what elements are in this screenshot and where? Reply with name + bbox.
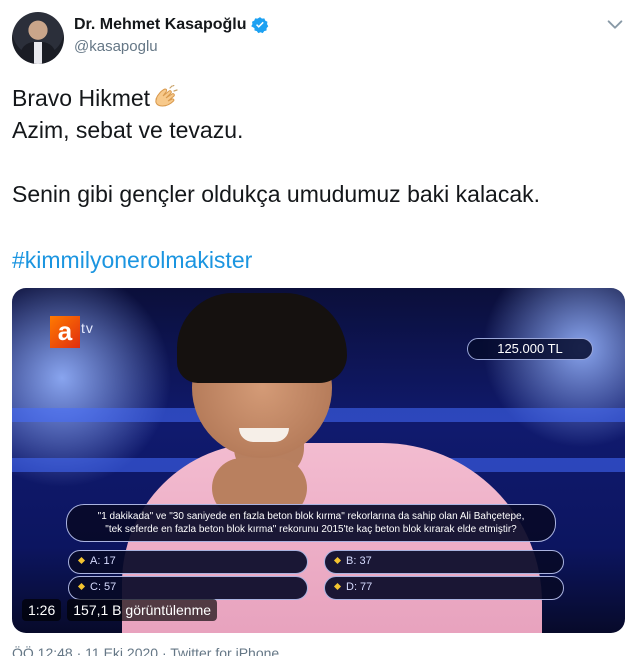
contestant-hair — [177, 293, 347, 383]
diamond-icon — [77, 556, 86, 565]
author-handle[interactable]: @kasapoglu — [74, 38, 269, 55]
video-views: 157,1 B görüntülenme — [67, 599, 218, 621]
author-name-row[interactable]: Dr. Mehmet Kasapoğlu — [74, 16, 269, 34]
video-info: 1:26 157,1 B görüntülenme — [22, 599, 218, 621]
author-name[interactable]: Dr. Mehmet Kasapoğlu — [74, 16, 246, 34]
avatar[interactable] — [12, 12, 64, 64]
answer-c-text: C: 57 — [90, 581, 117, 593]
chevron-down-icon[interactable] — [604, 14, 626, 36]
avatar-shirt — [34, 42, 42, 64]
hashtag-link[interactable]: #kimmilyonerolmakister — [12, 247, 252, 274]
quiz-question-line-2: "tek seferde en fazla beton blok kırma" … — [105, 524, 517, 535]
verified-badge-icon — [251, 17, 269, 34]
tweet-line-2: Azim, sebat ve tevazu. — [12, 117, 244, 143]
contestant-smile — [239, 428, 289, 442]
channel-logo: a — [50, 316, 80, 348]
answer-a-text: A: 17 — [90, 555, 116, 567]
answer-option-d: D: 77 — [324, 576, 564, 600]
answer-d-text: D: 77 — [346, 581, 373, 593]
diamond-icon — [333, 582, 342, 591]
answer-b-text: B: 37 — [346, 555, 372, 567]
tweet-line-1: Bravo Hikmet — [12, 82, 612, 114]
diamond-icon — [77, 582, 86, 591]
clapping-hands-icon — [155, 85, 178, 107]
diamond-icon — [333, 556, 342, 565]
tweet-line-gap — [12, 146, 612, 178]
answer-option-c: C: 57 — [68, 576, 308, 600]
tweet-line-1-text: Bravo Hikmet — [12, 85, 151, 111]
author-block: Dr. Mehmet Kasapoğlu @kasapoglu — [74, 16, 269, 55]
tweet-text: Bravo Hikmet Azim, sebat ve tevazu. Seni… — [12, 82, 612, 210]
video-player[interactable]: a tv 125.000 TL "1 dakikada" ve "30 sani… — [12, 288, 625, 633]
channel-logo-suffix: tv — [81, 320, 94, 336]
tweet-timestamp[interactable]: ÖÖ 12:48 · 11 Eki 2020 · Twitter for iPh… — [12, 645, 279, 656]
prize-amount: 125.000 TL — [467, 338, 593, 360]
video-duration: 1:26 — [22, 599, 62, 621]
quiz-question: "1 dakikada" ve "30 saniyede en fazla be… — [66, 504, 556, 542]
tweet-line-3: Senin gibi gençler oldukça umudumuz baki… — [12, 181, 541, 207]
studio-light-right — [482, 288, 625, 448]
tweet-header: Dr. Mehmet Kasapoğlu @kasapoglu — [12, 12, 628, 68]
quiz-question-line-1: "1 dakikada" ve "30 saniyede en fazla be… — [97, 511, 525, 522]
answer-option-b: B: 37 — [324, 550, 564, 574]
answer-option-a: A: 17 — [68, 550, 308, 574]
